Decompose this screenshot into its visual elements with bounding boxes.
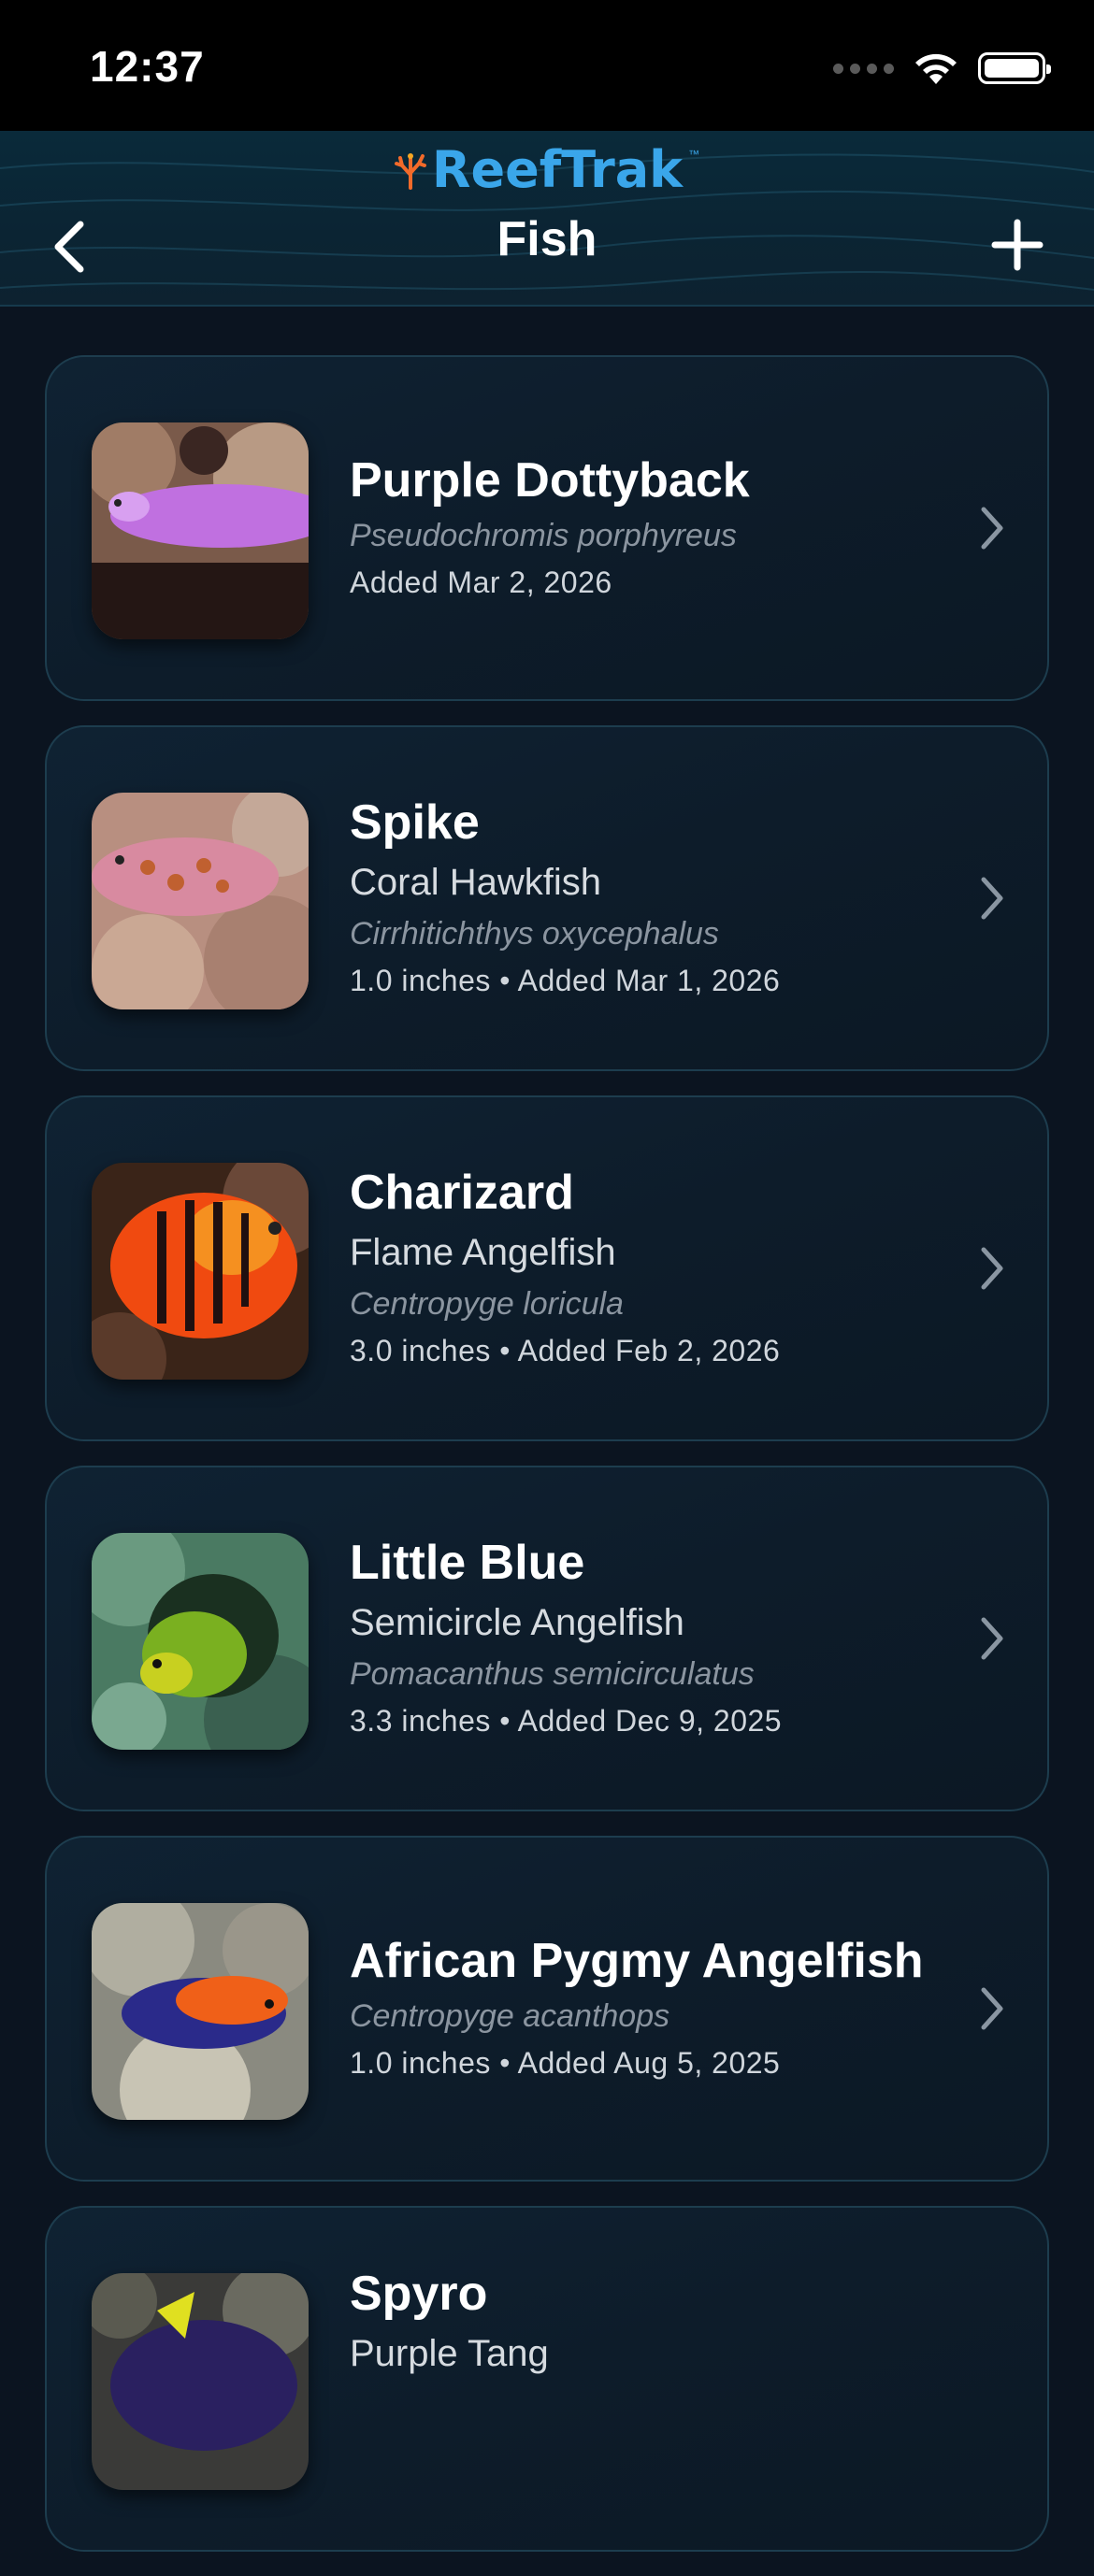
logo-text: ReefTrak bbox=[431, 140, 684, 199]
fish-card-purple-dottyback[interactable]: Purple Dottyback Pseudochromis porphyreu… bbox=[45, 355, 1049, 701]
fish-list: Purple Dottyback Pseudochromis porphyreu… bbox=[45, 355, 1049, 2576]
fish-name: Charizard bbox=[350, 1166, 574, 1220]
fish-name: Spyro bbox=[350, 2267, 488, 2321]
chevron-right-icon bbox=[981, 507, 1003, 550]
fish-meta: 3.0 inches • Added Feb 2, 2026 bbox=[350, 1334, 781, 1367]
wifi-icon bbox=[915, 53, 957, 84]
chevron-right-icon bbox=[981, 1617, 1003, 1660]
fish-name: African Pygmy Angelfish bbox=[350, 1934, 924, 1988]
fish-scientific-name: Pomacanthus semicirculatus bbox=[350, 1656, 755, 1692]
fish-name: Purple Dottyback bbox=[350, 453, 750, 508]
fish-meta: Added Mar 2, 2026 bbox=[350, 565, 612, 599]
fish-card-african-pygmy-angelfish[interactable]: African Pygmy Angelfish Centropyge acant… bbox=[45, 1836, 1049, 2182]
semicircle-angelfish-photo bbox=[92, 1533, 309, 1750]
purple-tang-photo bbox=[92, 2273, 309, 2490]
coral-hawkfish-photo bbox=[92, 793, 309, 1009]
fish-meta: 1.0 inches • Added Mar 1, 2026 bbox=[350, 964, 781, 997]
fish-meta: 1.0 inches • Added Aug 5, 2025 bbox=[350, 2046, 781, 2080]
status-time: 12:37 bbox=[90, 42, 205, 91]
status-icons bbox=[833, 50, 1051, 86]
cellular-signal-icon bbox=[833, 63, 894, 74]
fish-scientific-name: Cirrhitichthys oxycephalus bbox=[350, 916, 719, 952]
fish-common-name: Purple Tang bbox=[350, 2333, 549, 2374]
chevron-right-icon bbox=[981, 1987, 1003, 2030]
fish-scientific-name: Centropyge acanthops bbox=[350, 1998, 670, 2034]
fish-common-name: Coral Hawkfish bbox=[350, 862, 601, 903]
flame-angelfish-photo bbox=[92, 1163, 309, 1380]
add-fish-button[interactable] bbox=[991, 219, 1044, 271]
coral-icon bbox=[394, 152, 426, 190]
status-bar: 12:37 bbox=[0, 0, 1094, 131]
fish-scientific-name: Centropyge loricula bbox=[350, 1286, 624, 1322]
app-logo: ReefTrak ™ bbox=[0, 140, 1094, 199]
fish-card-little-blue[interactable]: Little Blue Semicircle Angelfish Pomacan… bbox=[45, 1466, 1049, 1811]
fish-name: Spike bbox=[350, 795, 480, 850]
fish-scientific-name: Pseudochromis porphyreus bbox=[350, 518, 737, 553]
fish-common-name: Semicircle Angelfish bbox=[350, 1602, 684, 1643]
fish-card-spike[interactable]: Spike Coral Hawkfish Cirrhitichthys oxyc… bbox=[45, 725, 1049, 1071]
chevron-right-icon bbox=[981, 877, 1003, 920]
pygmy-angelfish-photo bbox=[92, 1903, 309, 2120]
fish-common-name: Flame Angelfish bbox=[350, 1232, 616, 1273]
navigation-bar: ReefTrak ™ Fish bbox=[0, 131, 1094, 307]
chevron-right-icon bbox=[981, 1247, 1003, 1290]
fish-card-charizard[interactable]: Charizard Flame Angelfish Centropyge lor… bbox=[45, 1095, 1049, 1441]
fish-card-spyro[interactable]: Spyro Purple Tang bbox=[45, 2206, 1049, 2552]
logo-trademark: ™ bbox=[688, 148, 700, 161]
battery-icon bbox=[978, 52, 1051, 84]
purple-dottyback-photo bbox=[92, 422, 309, 639]
fish-name: Little Blue bbox=[350, 1536, 585, 1590]
page-title: Fish bbox=[497, 212, 597, 266]
fish-meta: 3.3 inches • Added Dec 9, 2025 bbox=[350, 1704, 783, 1738]
